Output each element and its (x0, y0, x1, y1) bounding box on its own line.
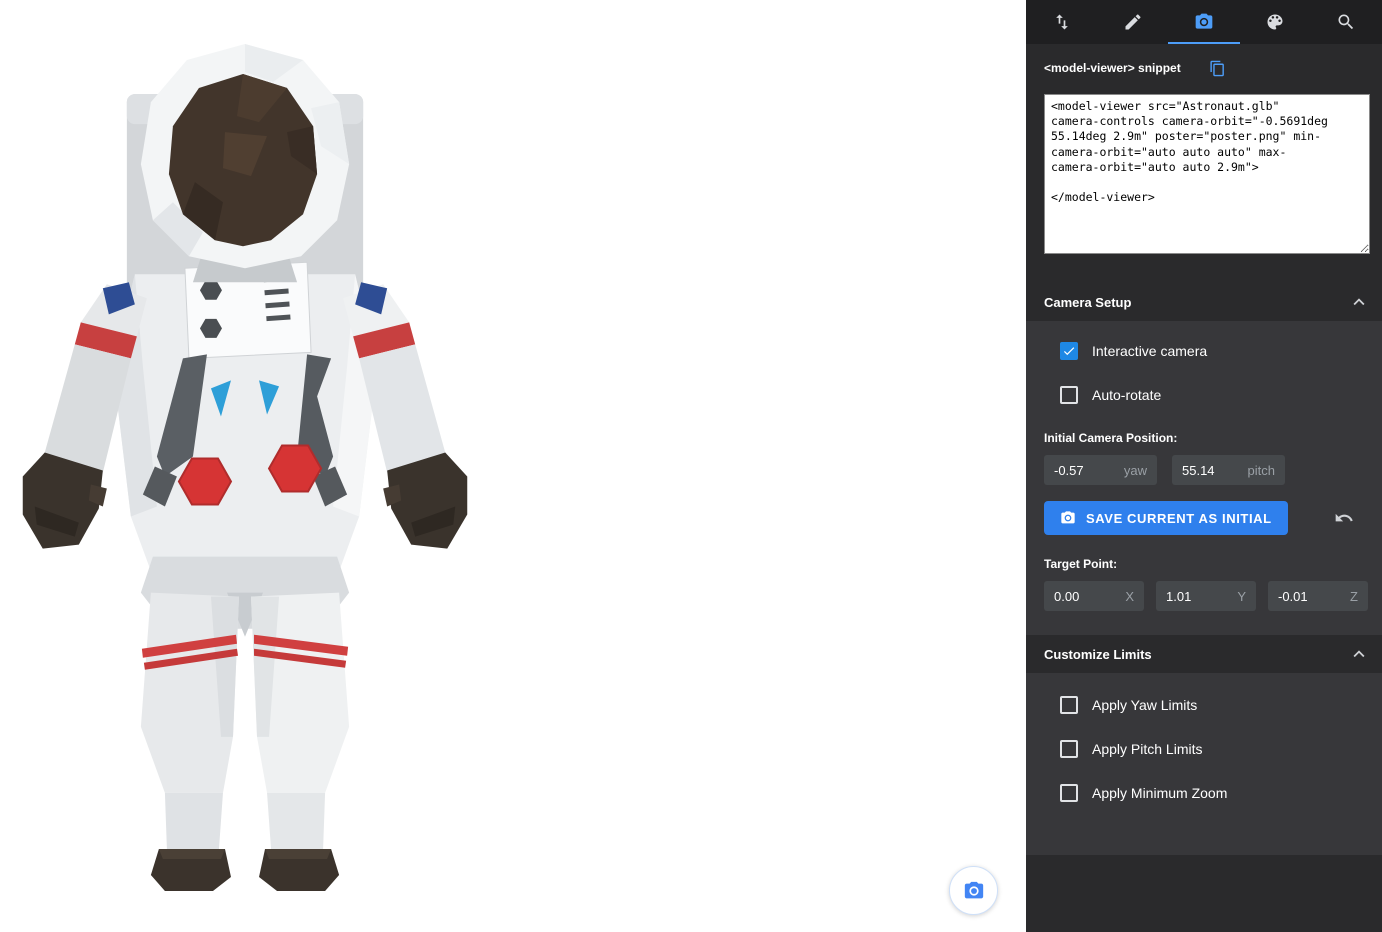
model-viewer-editor: <model-viewer> snippet <model-viewer src… (0, 0, 1382, 932)
chevron-up-icon (1348, 643, 1370, 665)
panel-filler (1026, 855, 1382, 932)
camera-icon (1194, 12, 1214, 32)
tab-materials[interactable] (1240, 0, 1311, 44)
yaw-suffix: yaw (1124, 463, 1147, 478)
target-y-suffix: Y (1237, 589, 1246, 604)
apply-yaw-limits-checkbox[interactable] (1060, 696, 1078, 714)
target-x-suffix: X (1125, 589, 1134, 604)
checkbox-label: Apply Minimum Zoom (1092, 785, 1227, 801)
camera-icon (963, 880, 985, 902)
checkbox-label: Apply Pitch Limits (1092, 741, 1202, 757)
model-viewport[interactable] (0, 0, 1026, 932)
astronaut-model (14, 36, 476, 892)
import-export-icon (1052, 12, 1072, 32)
checkbox-label: Interactive camera (1092, 343, 1207, 359)
snippet-code-textarea[interactable]: <model-viewer src="Astronaut.glb" camera… (1044, 94, 1370, 254)
chevron-up-icon (1348, 291, 1370, 313)
target-y-field[interactable]: Y (1156, 581, 1256, 611)
panel-toolbar (1026, 0, 1382, 44)
customize-limits-header[interactable]: Customize Limits (1026, 635, 1382, 673)
initial-camera-position-label: Initial Camera Position: (1044, 431, 1364, 445)
tab-import-export[interactable] (1026, 0, 1097, 44)
copy-snippet-button[interactable] (1207, 58, 1228, 79)
customize-limits-content: Apply Yaw Limits Apply Pitch Limits Appl… (1026, 673, 1382, 855)
target-z-input[interactable] (1278, 589, 1344, 604)
checkbox-label: Apply Yaw Limits (1092, 697, 1197, 713)
snippet-section: <model-viewer> snippet <model-viewer src… (1026, 44, 1382, 283)
apply-yaw-limits-row[interactable]: Apply Yaw Limits (1044, 683, 1364, 727)
revert-initial-button[interactable] (1330, 504, 1358, 532)
edit-icon (1123, 12, 1143, 32)
yaw-field[interactable]: yaw (1044, 455, 1157, 485)
target-z-field[interactable]: Z (1268, 581, 1368, 611)
camera-setup-content: Interactive camera Auto-rotate Initial C… (1026, 321, 1382, 635)
copy-icon (1209, 60, 1226, 77)
pitch-suffix: pitch (1248, 463, 1275, 478)
apply-pitch-limits-row[interactable]: Apply Pitch Limits (1044, 727, 1364, 771)
pitch-input[interactable] (1182, 463, 1242, 478)
tab-inspector[interactable] (1311, 0, 1382, 44)
target-point-label: Target Point: (1044, 557, 1364, 571)
target-x-input[interactable] (1054, 589, 1119, 604)
palette-icon (1265, 12, 1285, 32)
search-icon (1336, 12, 1356, 32)
auto-rotate-row[interactable]: Auto-rotate (1044, 373, 1364, 417)
screenshot-fab-button[interactable] (949, 866, 998, 915)
section-title: Customize Limits (1044, 647, 1152, 662)
yaw-input[interactable] (1054, 463, 1118, 478)
interactive-camera-checkbox[interactable] (1060, 342, 1078, 360)
snippet-title: <model-viewer> snippet (1044, 61, 1181, 75)
save-current-as-initial-button[interactable]: SAVE CURRENT AS INITIAL (1044, 501, 1288, 535)
tab-edit[interactable] (1097, 0, 1168, 44)
pitch-field[interactable]: pitch (1172, 455, 1285, 485)
auto-rotate-checkbox[interactable] (1060, 386, 1078, 404)
camera-setup-header[interactable]: Camera Setup (1026, 283, 1382, 321)
camera-icon (1060, 510, 1076, 526)
target-y-input[interactable] (1166, 589, 1231, 604)
apply-minimum-zoom-checkbox[interactable] (1060, 784, 1078, 802)
target-z-suffix: Z (1350, 589, 1358, 604)
apply-minimum-zoom-row[interactable]: Apply Minimum Zoom (1044, 771, 1364, 815)
checkbox-label: Auto-rotate (1092, 387, 1161, 403)
save-button-label: SAVE CURRENT AS INITIAL (1086, 511, 1272, 526)
section-title: Camera Setup (1044, 295, 1131, 310)
check-icon (1062, 343, 1076, 359)
tab-camera[interactable] (1168, 0, 1239, 44)
target-x-field[interactable]: X (1044, 581, 1144, 611)
interactive-camera-row[interactable]: Interactive camera (1044, 329, 1364, 373)
side-panel: <model-viewer> snippet <model-viewer src… (1026, 0, 1382, 932)
apply-pitch-limits-checkbox[interactable] (1060, 740, 1078, 758)
undo-icon (1334, 508, 1354, 528)
